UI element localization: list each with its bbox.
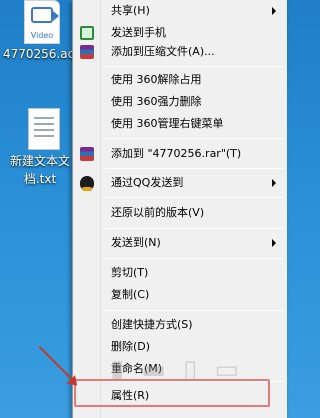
winrar-icon <box>80 147 94 161</box>
menu-item-360-unlock[interactable]: 使用 360解除占用 <box>73 69 286 91</box>
submenu-arrow-icon <box>272 179 276 187</box>
submenu-arrow-icon <box>272 239 276 247</box>
menu-item-label: 添加到压缩文件(A)... <box>111 45 215 58</box>
menu-item-add-to-rar[interactable]: 添加到 "4770256.rar"(T) <box>73 143 286 165</box>
menu-separator <box>105 138 283 139</box>
menu-item-label: 使用 360强力删除 <box>111 95 202 108</box>
menu-separator <box>105 258 283 259</box>
properties-highlight-box <box>74 379 270 407</box>
menu-item-copy[interactable]: 复制(C) <box>73 284 286 306</box>
winrar-icon <box>80 45 94 59</box>
menu-item-label: 创建快捷方式(S) <box>111 318 193 331</box>
menu-item-label: 剪切(T) <box>111 266 149 279</box>
video-icon-label: Video <box>30 31 54 40</box>
menu-item-360-force-delete[interactable]: 使用 360强力删除 <box>73 91 286 113</box>
menu-item-label: 使用 360管理右键菜单 <box>111 117 224 130</box>
video-file-name[interactable]: 4770256.ac <box>3 47 75 61</box>
menu-item-label: 共享(H) <box>111 4 150 17</box>
menu-separator <box>105 168 283 169</box>
menu-item-share[interactable]: 共享(H) <box>73 0 286 22</box>
menu-item-cut[interactable]: 剪切(T) <box>73 262 286 284</box>
menu-separator <box>105 197 283 198</box>
menu-item-label: 使用 360解除占用 <box>111 73 202 86</box>
menu-item-create-shortcut[interactable]: 创建快捷方式(S) <box>73 314 286 336</box>
menu-item-label: 删除(D) <box>111 340 151 353</box>
menu-item-send-to[interactable]: 发送到(N) <box>73 232 286 254</box>
menu-item-label: 发送到(N) <box>111 236 161 249</box>
menu-separator <box>105 228 283 229</box>
video-camera-icon: Video <box>24 0 60 44</box>
phone-icon <box>80 26 94 40</box>
menu-item-label: 发送到手机 <box>111 26 166 39</box>
text-file-name[interactable]: 新建文本文档.txt <box>3 152 77 188</box>
menu-separator <box>105 66 283 67</box>
menu-item-restore-versions[interactable]: 还原以前的版本(V) <box>73 202 286 224</box>
menu-item-label: 通过QQ发送到 <box>111 176 184 189</box>
menu-item-label: 还原以前的版本(V) <box>111 206 205 219</box>
menu-separator <box>105 310 283 311</box>
text-file-icon[interactable] <box>28 108 64 150</box>
qq-penguin-icon <box>80 176 94 191</box>
text-document-icon <box>28 108 60 150</box>
menu-item-send-via-qq[interactable]: 通过QQ发送到 <box>73 172 286 194</box>
menu-item-label: 复制(C) <box>111 288 150 301</box>
video-file-icon[interactable]: Video <box>22 0 62 44</box>
menu-item-label: 添加到 "4770256.rar"(T) <box>111 147 242 160</box>
menu-item-360-manage-menu[interactable]: 使用 360管理右键菜单 <box>73 113 286 135</box>
submenu-arrow-icon <box>272 7 276 15</box>
menu-item-add-to-archive[interactable]: 添加到压缩文件(A)... <box>73 41 286 63</box>
